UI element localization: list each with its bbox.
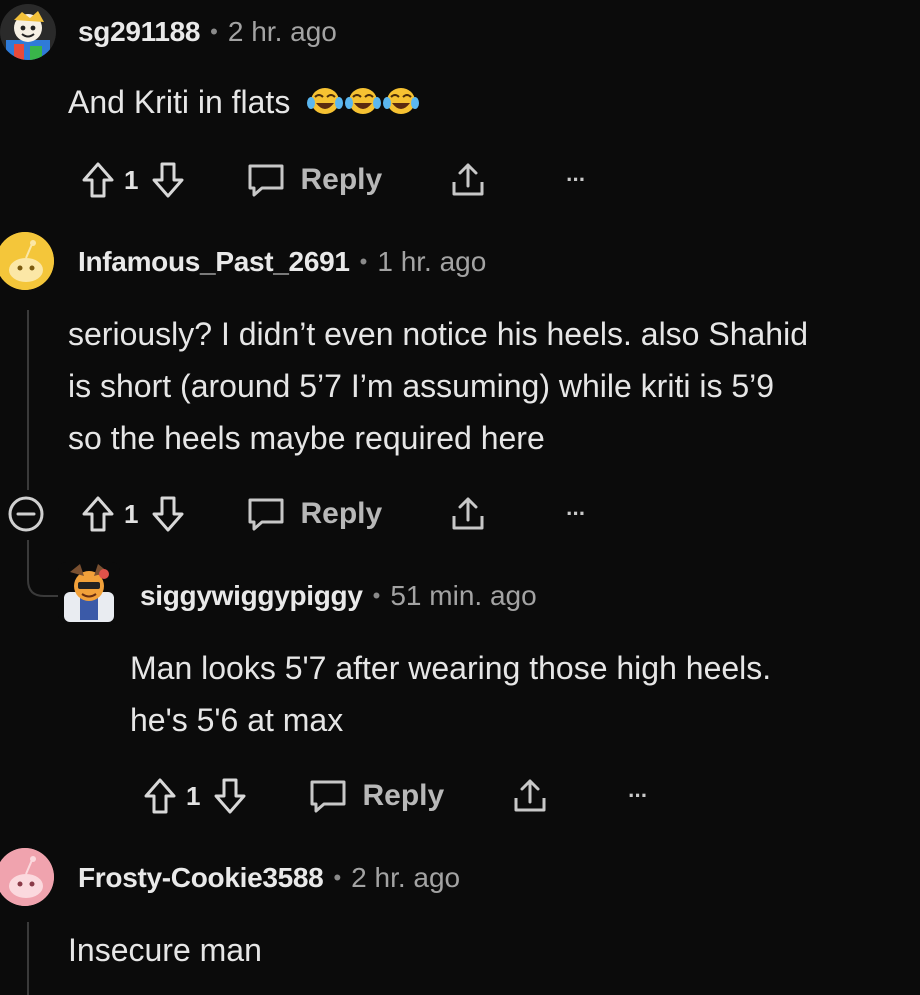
reply-bubble-icon	[310, 780, 346, 813]
upvote-arrow-icon[interactable]	[142, 776, 178, 816]
tears-of-joy-emoji-icon	[383, 88, 420, 114]
comment-body: And Kriti in flats	[68, 76, 420, 128]
meta-separator: •	[359, 249, 368, 274]
snoo-avatar-icon	[64, 564, 114, 622]
timestamp: 1 hr. ago	[377, 246, 487, 277]
reply-bubble-icon	[248, 498, 284, 531]
comment-meta: siggywiggypiggy • 51 min. ago	[140, 576, 537, 616]
comment-meta: sg291188 • 2 hr. ago	[78, 12, 337, 52]
comment-meta: Infamous_Past_2691 • 1 hr. ago	[78, 242, 486, 282]
username[interactable]: Infamous_Past_2691	[78, 246, 350, 278]
vote-count: 1	[124, 498, 139, 529]
share-icon[interactable]	[510, 776, 550, 816]
snoo-avatar-icon	[0, 4, 56, 60]
reply-label: Reply	[362, 779, 445, 812]
username[interactable]: siggywiggypiggy	[140, 580, 363, 612]
collapse-thread-icon[interactable]	[6, 494, 46, 534]
thread-line[interactable]	[27, 310, 29, 490]
vote-count: 1	[186, 780, 201, 811]
snoo-avatar-icon	[0, 232, 54, 290]
meta-separator: •	[333, 865, 342, 890]
comment-body: Insecure man	[68, 924, 262, 976]
comment-body: Man looks 5'7 after wearing those high h…	[130, 642, 771, 746]
timestamp: 2 hr. ago	[351, 862, 461, 893]
tears-of-joy-emoji-icon	[307, 88, 344, 114]
thread-connector	[27, 540, 60, 597]
comment-text: Insecure man	[68, 932, 262, 968]
more-options-button[interactable]: ···	[566, 167, 586, 193]
emoji-group	[305, 84, 420, 120]
reply-button[interactable]: Reply	[246, 496, 382, 532]
downvote-arrow-icon[interactable]	[150, 494, 186, 534]
upvote-arrow-icon[interactable]	[80, 494, 116, 534]
more-options-button[interactable]: ···	[566, 501, 586, 527]
thread-line[interactable]	[27, 922, 29, 995]
upvote-arrow-icon[interactable]	[80, 160, 116, 200]
avatar-frosty-cookie[interactable]	[0, 848, 54, 906]
vote-count: 1	[124, 164, 139, 195]
username[interactable]: Frosty-Cookie3588	[78, 862, 324, 894]
reply-label: Reply	[300, 497, 383, 530]
avatar-infamous-past[interactable]	[0, 232, 54, 290]
share-icon[interactable]	[448, 160, 488, 200]
reply-bubble-icon	[248, 164, 284, 197]
comment-text-line: Man looks 5'7 after wearing those high h…	[130, 650, 772, 686]
comment-text-line: he's 5'6 at max	[130, 702, 344, 738]
avatar-siggywiggypiggy[interactable]	[58, 562, 120, 624]
downvote-arrow-icon[interactable]	[150, 160, 186, 200]
username[interactable]: sg291188	[78, 16, 200, 48]
comment-body: seriously? I didn’t even notice his heel…	[68, 308, 808, 464]
comment-actions: 1 Reply ···	[142, 774, 648, 818]
comment-meta: Frosty-Cookie3588 • 2 hr. ago	[78, 858, 460, 898]
more-options-button[interactable]: ···	[628, 783, 648, 809]
share-icon[interactable]	[448, 494, 488, 534]
snoo-avatar-icon	[0, 848, 54, 906]
timestamp: 2 hr. ago	[227, 16, 337, 47]
meta-separator: •	[210, 19, 218, 44]
downvote-arrow-icon[interactable]	[212, 776, 248, 816]
avatar-sg291188[interactable]	[0, 4, 56, 60]
reply-button[interactable]: Reply	[308, 778, 444, 814]
comment-text-line: so the heels maybe required here	[68, 420, 545, 456]
comment-text-line: seriously? I didn’t even notice his heel…	[68, 316, 808, 352]
timestamp: 51 min. ago	[390, 580, 537, 611]
comment-actions: 1 Reply ···	[80, 158, 586, 202]
reply-label: Reply	[300, 163, 383, 196]
meta-separator: •	[372, 583, 381, 608]
comment-actions: 1 Reply ···	[80, 492, 586, 536]
comment-text-line: is short (around 5’7 I’m assuming) while…	[68, 368, 775, 404]
tears-of-joy-emoji-icon	[345, 88, 382, 114]
comment-text: And Kriti in flats	[68, 84, 291, 120]
reply-button[interactable]: Reply	[246, 162, 382, 198]
